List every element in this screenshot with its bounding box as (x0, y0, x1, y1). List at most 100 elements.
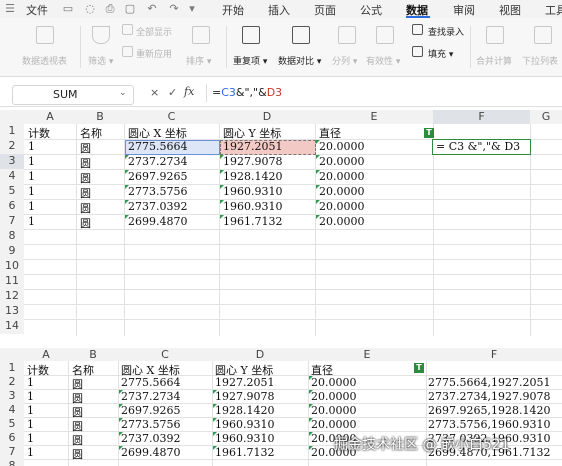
column-header-b[interactable]: B (76, 110, 124, 124)
more-icon[interactable]: ▾ (186, 3, 198, 15)
column-header-e[interactable]: E (308, 348, 426, 361)
row-header-3[interactable]: 3 (0, 389, 24, 403)
row-header-5[interactable]: 5 (0, 417, 24, 431)
cell-name: 圆 (80, 202, 91, 215)
pivot-table-button[interactable]: 数据透视表 (22, 54, 67, 67)
cell-y: 1961.7132 (215, 446, 275, 459)
filter-button[interactable]: 筛选 ▾ (88, 54, 113, 67)
row-header-13[interactable]: 13 (0, 304, 24, 319)
data-compare-button[interactable]: 数据对比 ▾ (278, 54, 321, 67)
row-header-4[interactable]: 4 (0, 403, 24, 417)
grid-line (24, 169, 562, 170)
header-center-x: 圆心 X 坐标 (128, 127, 187, 140)
row-header-3[interactable]: 3 (0, 154, 24, 169)
column-header-a[interactable]: A (24, 348, 68, 361)
number-as-text-marker (316, 140, 320, 144)
data-compare-icon (292, 26, 310, 44)
preview-icon[interactable]: ▢ (124, 3, 136, 15)
row-header-8[interactable]: 8 (0, 229, 24, 244)
cell-format-badge[interactable]: T (414, 363, 424, 373)
chevron-down-icon[interactable]: ⌄ (119, 88, 127, 98)
cell-y: 1960.9310 (215, 418, 275, 431)
save-icon[interactable]: ◌ (84, 3, 96, 15)
cell-y: 1927.2051 (215, 376, 275, 389)
tab-insert[interactable]: 插入 (268, 2, 290, 18)
sort-icon (192, 26, 210, 44)
row-header-1[interactable]: 1 (0, 361, 24, 375)
fill-button[interactable]: 填充 ▾ (428, 47, 453, 60)
grid-line (24, 319, 562, 320)
header-count: 计数 (28, 127, 50, 140)
cell-x: 2737.0392 (121, 432, 181, 445)
undo-icon[interactable]: ↶ (146, 3, 158, 15)
number-as-text-marker (125, 215, 129, 219)
column-header-b[interactable]: B (68, 348, 118, 361)
row-header-12[interactable]: 12 (0, 289, 24, 304)
cell-y: 1927.9078 (215, 390, 275, 403)
show-all-button[interactable]: 全部显示 (136, 25, 172, 38)
row-header-14[interactable]: 14 (0, 319, 24, 334)
number-as-text-marker (119, 418, 123, 422)
row-header-2[interactable]: 2 (0, 375, 24, 389)
select-all-corner[interactable] (0, 348, 24, 361)
function-icon[interactable]: fx (184, 85, 194, 98)
column-header-e[interactable]: E (315, 110, 433, 124)
column-header-f[interactable]: F (426, 348, 562, 361)
number-as-text-marker (220, 170, 224, 174)
cell-format-badge[interactable]: T (424, 128, 434, 138)
select-all-corner[interactable] (0, 110, 24, 124)
dropdown-list-button[interactable]: 下拉列表 (522, 54, 558, 67)
name-box-value: SUM (53, 88, 78, 101)
column-header-d[interactable]: D (212, 348, 308, 361)
formula-input[interactable]: =C3&","&D3 (212, 86, 282, 99)
row-header-5[interactable]: 5 (0, 184, 24, 199)
cell-x: 2737.2734 (121, 390, 181, 403)
dropdown-list-icon (534, 26, 552, 44)
name-box[interactable]: SUM ⌄ (12, 85, 134, 105)
row-header-1[interactable]: 1 (0, 124, 24, 139)
row-header-6[interactable]: 6 (0, 431, 24, 445)
tab-review[interactable]: 审阅 (453, 2, 475, 18)
redo-icon[interactable]: ↷ (168, 3, 180, 15)
column-header-d[interactable]: D (219, 110, 315, 124)
column-header-f[interactable]: F (433, 110, 530, 124)
cancel-icon[interactable]: × (150, 86, 159, 99)
number-as-text-marker (316, 155, 320, 159)
row-header-11[interactable]: 11 (0, 274, 24, 289)
row-header-7[interactable]: 7 (0, 445, 24, 459)
row-header-9[interactable]: 9 (0, 244, 24, 259)
cell-diameter: 20.0000 (319, 200, 365, 213)
file-menu[interactable]: 文件 (26, 2, 48, 18)
consolidate-button[interactable]: 合并计算 (476, 54, 512, 67)
confirm-icon[interactable]: ✓ (168, 86, 177, 99)
column-header-c[interactable]: C (124, 110, 219, 124)
tab-tools[interactable]: 工具 (545, 2, 562, 18)
formula-separator (206, 84, 207, 102)
hamburger-icon[interactable]: ☰ (4, 3, 16, 15)
row-header-6[interactable]: 6 (0, 199, 24, 214)
duplicates-button[interactable]: 重复项 ▾ (233, 54, 267, 67)
number-as-text-marker (316, 185, 320, 189)
tab-home[interactable]: 开始 (222, 2, 244, 18)
row-header-2[interactable]: 2 (0, 139, 24, 154)
tab-page[interactable]: 页面 (314, 2, 336, 18)
reapply-button[interactable]: 重新应用 (136, 47, 172, 60)
row-header-8[interactable]: 8 (0, 459, 24, 466)
cell-f3-editing[interactable]: = C3 &","& D3 (432, 139, 531, 155)
row-header-7[interactable]: 7 (0, 214, 24, 229)
row-header-4[interactable]: 4 (0, 169, 24, 184)
row-header-10[interactable]: 10 (0, 259, 24, 274)
lookup-entry-button[interactable]: 查找录入 (428, 25, 464, 38)
tab-formula[interactable]: 公式 (360, 2, 382, 18)
column-header-c[interactable]: C (118, 348, 212, 361)
folder-icon[interactable]: ▭ (62, 3, 74, 15)
validation-button[interactable]: 有效性 ▾ (366, 54, 400, 67)
column-header-a[interactable]: A (24, 110, 76, 124)
sort-button[interactable]: 排序 ▾ (186, 54, 211, 67)
print-icon[interactable]: ⎙ (104, 3, 116, 15)
column-header-g[interactable]: G (530, 110, 562, 124)
split-column-button[interactable]: 分列 ▾ (332, 54, 357, 67)
formula-ref-c3: C3 (221, 86, 236, 99)
tab-view[interactable]: 视图 (499, 2, 521, 18)
number-as-text-marker (309, 446, 313, 450)
